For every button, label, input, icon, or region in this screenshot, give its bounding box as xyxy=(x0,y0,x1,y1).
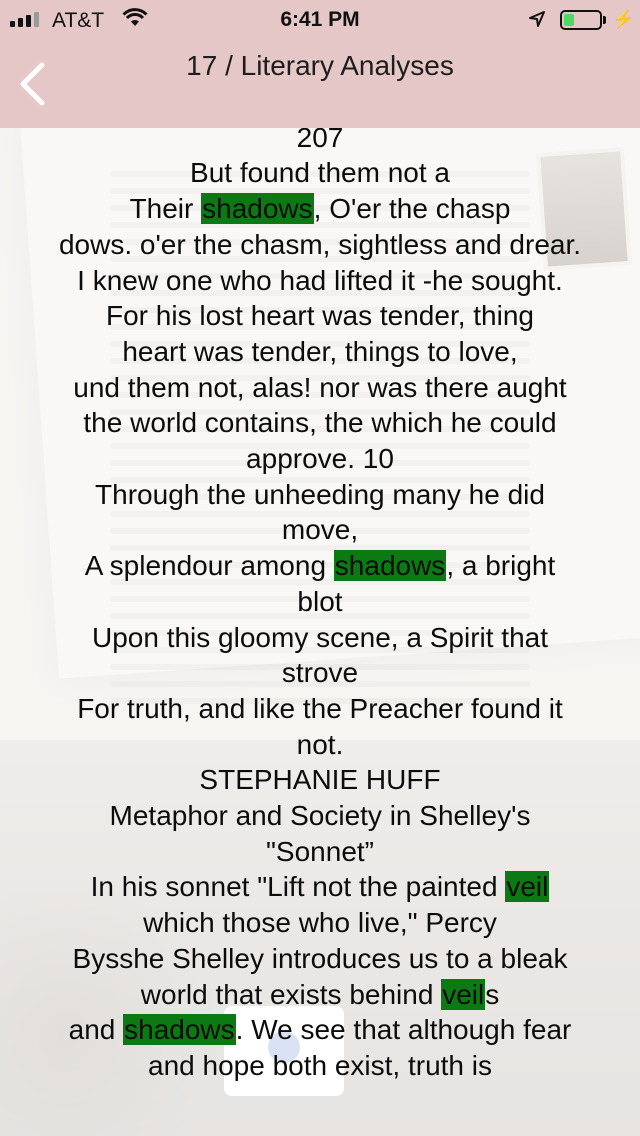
text-segment: For truth, and like the Preacher found i… xyxy=(77,692,563,724)
text-segment: and xyxy=(68,1014,124,1046)
text-line: Through the unheeding many he did xyxy=(0,477,640,513)
text-line: STEPHANIE HUFF xyxy=(0,762,640,798)
text-segment: Upon this gloomy scene, a Spirit that xyxy=(91,621,548,653)
text-line: Their shadows, O'er the chasp xyxy=(0,191,640,227)
text-segment: In his sonnet "Lift not the painted xyxy=(90,871,506,903)
charging-bolt-icon: ⚡ xyxy=(612,9,635,29)
text-segment: blot xyxy=(297,585,343,617)
text-line: I knew one who had lifted it -he sought. xyxy=(0,263,640,299)
search-highlight: shadows xyxy=(201,193,314,225)
text-line: For his lost heart was tender, thing xyxy=(0,298,640,334)
location-arrow-icon xyxy=(528,10,546,34)
text-line: world that exists behind veils xyxy=(0,977,640,1013)
text-line: approve. 10 xyxy=(0,441,640,477)
text-line: und them not, alas! nor was there aught xyxy=(0,370,640,406)
text-segment: , O'er the chasp xyxy=(313,193,511,225)
battery-icon xyxy=(560,10,602,30)
text-line: heart was tender, things to love, xyxy=(0,334,640,370)
navigation-header: AT&T 6:41 PM ⚡ 17 / Literary Analyses xyxy=(0,0,640,128)
text-segment: "Sonnet” xyxy=(265,835,374,867)
text-line: not. xyxy=(0,727,640,763)
text-line: strove xyxy=(0,655,640,691)
text-segment: . We see that although fear xyxy=(235,1014,572,1046)
battery-tip xyxy=(603,16,606,24)
text-line: But found them not a xyxy=(0,155,640,191)
text-segment: Metaphor and Society in Shelley's xyxy=(109,800,531,832)
text-segment: not. xyxy=(296,728,344,760)
text-line: Bysshe Shelley introduces us to a bleak xyxy=(0,941,640,977)
text-line: the world contains, the which he could xyxy=(0,405,640,441)
text-line: Upon this gloomy scene, a Spirit that xyxy=(0,620,640,656)
text-line: which those who live," Percy xyxy=(0,905,640,941)
search-highlight: shadows xyxy=(333,550,447,582)
text-segment: and hope both exist, truth is xyxy=(148,1049,492,1081)
text-line: and hope both exist, truth is xyxy=(0,1048,640,1084)
text-segment: , a bright xyxy=(446,550,556,582)
text-segment: But found them not a xyxy=(190,157,450,189)
text-segment: und them not, alas! nor was there aught xyxy=(73,371,567,403)
text-segment: s xyxy=(485,978,500,1010)
text-segment: strove xyxy=(281,657,359,689)
text-segment: heart was tender, things to love, xyxy=(122,335,518,367)
battery-fill xyxy=(564,14,574,26)
text-line: and shadows. We see that although fear xyxy=(0,1012,640,1048)
chevron-left-icon xyxy=(20,62,45,106)
text-line: move, xyxy=(0,512,640,548)
ocr-text-content: A207But found them not aTheir shadows, O… xyxy=(0,84,640,1084)
text-segment: dows. o'er the chasm, sightless and drea… xyxy=(58,228,582,260)
text-segment: Their xyxy=(129,193,202,225)
text-segment: I knew one who had lifted it -he sought. xyxy=(77,264,563,296)
status-bar: AT&T 6:41 PM ⚡ xyxy=(0,0,640,40)
text-line: In his sonnet "Lift not the painted veil xyxy=(0,869,640,905)
text-segment: A splendour among xyxy=(84,550,334,582)
text-segment: Through the unheeding many he did xyxy=(95,478,545,510)
search-highlight: veil xyxy=(505,871,550,903)
text-line: "Sonnet” xyxy=(0,834,640,870)
text-segment: the world contains, the which he could xyxy=(83,407,557,439)
back-button[interactable] xyxy=(10,56,54,112)
text-line: dows. o'er the chasm, sightless and drea… xyxy=(0,227,640,263)
text-segment: STEPHANIE HUFF xyxy=(199,764,441,796)
text-segment: Bysshe Shelley introduces us to a bleak xyxy=(72,942,568,974)
text-line: blot xyxy=(0,584,640,620)
search-highlight: veil xyxy=(441,978,486,1010)
text-line: A splendour among shadows, a bright xyxy=(0,548,640,584)
text-segment: approve. 10 xyxy=(246,443,394,475)
text-line: For truth, and like the Preacher found i… xyxy=(0,691,640,727)
text-segment: For his lost heart was tender, thing xyxy=(106,300,534,332)
search-highlight: shadows xyxy=(123,1014,236,1046)
text-segment: world that exists behind xyxy=(140,978,442,1010)
page-title: 17 / Literary Analyses xyxy=(186,50,454,81)
text-segment: which those who live," Percy xyxy=(143,907,497,939)
text-segment: move, xyxy=(281,514,359,546)
text-line: Metaphor and Society in Shelley's xyxy=(0,798,640,834)
